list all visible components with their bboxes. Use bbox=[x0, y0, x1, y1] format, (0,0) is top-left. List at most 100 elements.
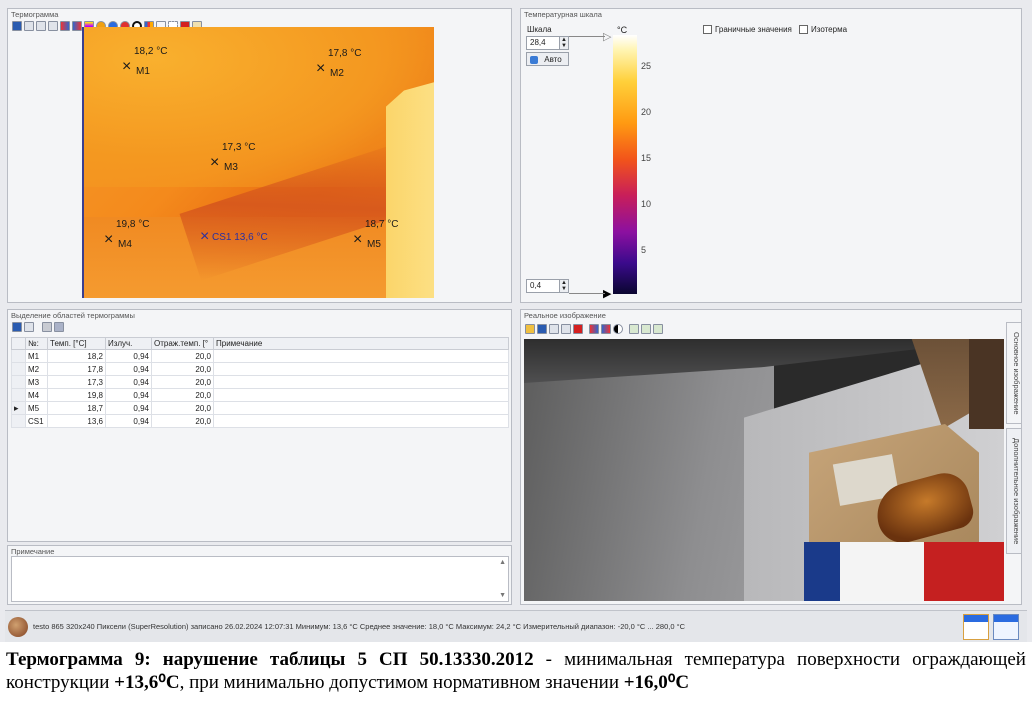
column-header[interactable]: Излуч. bbox=[105, 337, 152, 350]
table-row[interactable]: M2 17,8 0,94 20,0 bbox=[11, 362, 509, 376]
cell-note[interactable] bbox=[213, 349, 509, 363]
cell-reflected-temp[interactable]: 20,0 bbox=[151, 349, 214, 363]
palette-icon[interactable] bbox=[60, 21, 70, 31]
cell-temp[interactable]: 18,2 bbox=[47, 349, 106, 363]
scale-min-input[interactable]: 0,4 ▲ ▼ bbox=[526, 279, 569, 293]
connector-line-top bbox=[569, 36, 605, 37]
row-selector[interactable] bbox=[11, 388, 26, 402]
zoom-in-icon[interactable] bbox=[629, 324, 639, 334]
export-icon[interactable] bbox=[561, 324, 571, 334]
cell-note[interactable] bbox=[213, 375, 509, 389]
table-row[interactable]: CS1 13,6 0,94 20,0 bbox=[11, 414, 509, 428]
status-bar: testo 865 320x240 Пиксели (SuperResoluti… bbox=[5, 610, 1027, 642]
cell-emissivity[interactable]: 0,94 bbox=[105, 375, 152, 389]
print-icon[interactable] bbox=[36, 21, 46, 31]
palette-alt-icon[interactable] bbox=[72, 21, 82, 31]
scale-label: Шкала bbox=[527, 25, 552, 34]
delete-all-icon[interactable] bbox=[42, 322, 52, 332]
speaker-icon[interactable] bbox=[8, 617, 28, 637]
cell-emissivity[interactable]: 0,94 bbox=[105, 401, 152, 415]
scale-tick: 10 bbox=[641, 199, 652, 209]
cell-temp[interactable]: 17,8 bbox=[47, 362, 106, 376]
zoom-fit-icon[interactable] bbox=[653, 324, 663, 334]
single-view-icon[interactable] bbox=[963, 614, 989, 640]
cell-reflected-temp[interactable]: 20,0 bbox=[151, 375, 214, 389]
zoom-out-icon[interactable] bbox=[641, 324, 651, 334]
cross-icon: × bbox=[353, 231, 363, 248]
thermography-app: Термограмма 18,2 °C × M1 17,8 °C × M2 17… bbox=[0, 0, 1032, 642]
copy-icon[interactable] bbox=[24, 322, 34, 332]
cell-emissivity[interactable]: 0,94 bbox=[105, 349, 152, 363]
cell-note[interactable] bbox=[213, 414, 509, 428]
isotherm-checkbox[interactable] bbox=[799, 25, 808, 35]
isotherm-label: Изотерма bbox=[811, 25, 848, 34]
cell-temp[interactable]: 17,3 bbox=[47, 375, 106, 389]
cross-icon: × bbox=[210, 154, 220, 171]
cell-emissivity[interactable]: 0,94 bbox=[105, 362, 152, 376]
split-view-icon[interactable] bbox=[993, 614, 1019, 640]
copy-icon[interactable] bbox=[549, 324, 559, 334]
scale-max-input[interactable]: 28,4 ▲ ▼ bbox=[526, 36, 569, 50]
contrast-icon[interactable] bbox=[613, 324, 623, 334]
row-selector[interactable] bbox=[11, 349, 26, 363]
cell-note[interactable] bbox=[213, 362, 509, 376]
cell-id: M4 bbox=[25, 388, 48, 402]
spin-arrows-icon[interactable]: ▲ ▼ bbox=[559, 37, 568, 49]
save-icon[interactable] bbox=[12, 21, 22, 31]
cell-id: M2 bbox=[25, 362, 48, 376]
pin-icon[interactable] bbox=[54, 322, 64, 332]
temperature-scale-panel: Температурная шкала Шкала 28,4 ▲ ▼ Авто 0… bbox=[520, 8, 1022, 303]
delete-icon[interactable] bbox=[573, 324, 583, 334]
cell-emissivity[interactable]: 0,94 bbox=[105, 388, 152, 402]
marker-label: CS1 13,6 °C bbox=[212, 232, 268, 243]
table-row[interactable]: M1 18,2 0,94 20,0 bbox=[11, 349, 509, 363]
column-header[interactable]: Отраж.темп. [° bbox=[151, 337, 214, 350]
cell-temp[interactable]: 13,6 bbox=[47, 414, 106, 428]
cross-icon: × bbox=[104, 231, 114, 248]
thermogram-panel-title: Термограмма bbox=[11, 10, 59, 19]
cell-emissivity[interactable]: 0,94 bbox=[105, 414, 152, 428]
row-selector[interactable] bbox=[11, 362, 26, 376]
row-selector[interactable]: ▸ bbox=[11, 401, 26, 415]
spin-arrows-icon[interactable]: ▲ ▼ bbox=[559, 280, 568, 292]
cell-temp[interactable]: 19,8 bbox=[47, 388, 106, 402]
open-image-icon[interactable] bbox=[525, 324, 535, 334]
row-selector[interactable] bbox=[11, 414, 26, 428]
auto-button[interactable]: Авто bbox=[526, 52, 569, 66]
cell-temp[interactable]: 18,7 bbox=[47, 401, 106, 415]
cell-note[interactable] bbox=[213, 388, 509, 402]
palette-alt-icon[interactable] bbox=[601, 324, 611, 334]
cell-reflected-temp[interactable]: 20,0 bbox=[151, 362, 214, 376]
save-icon[interactable] bbox=[537, 324, 547, 334]
table-row[interactable]: M3 17,3 0,94 20,0 bbox=[11, 375, 509, 389]
real-photo[interactable] bbox=[524, 339, 1004, 601]
boundary-checkbox[interactable] bbox=[703, 25, 712, 35]
row-selector-header bbox=[11, 337, 26, 350]
row-selector[interactable] bbox=[11, 375, 26, 389]
cell-reflected-temp[interactable]: 20,0 bbox=[151, 401, 214, 415]
isotherm-option[interactable]: Изотерма bbox=[799, 25, 848, 35]
cell-id: CS1 bbox=[25, 414, 48, 428]
caption-value-2: +16,0⁰С bbox=[623, 672, 690, 693]
cell-note[interactable] bbox=[213, 401, 509, 415]
thermal-image[interactable]: 18,2 °C × M1 17,8 °C × M2 17,3 °C × M3 1… bbox=[82, 27, 434, 298]
cell-reflected-temp[interactable]: 20,0 bbox=[151, 414, 214, 428]
marker-temp: 17,8 °C bbox=[328, 48, 362, 59]
table-row-selected[interactable]: ▸ M5 18,7 0,94 20,0 bbox=[11, 401, 509, 415]
note-textarea[interactable]: ▲ ▼ bbox=[11, 556, 509, 602]
column-header[interactable]: №: bbox=[25, 337, 48, 350]
scroll-up-icon[interactable]: ▲ bbox=[499, 559, 506, 566]
column-header[interactable]: Темп. [°C] bbox=[47, 337, 106, 350]
save-icon[interactable] bbox=[12, 322, 22, 332]
tab-main-image[interactable]: Основное изображение bbox=[1006, 322, 1022, 424]
copy-icon[interactable] bbox=[24, 21, 34, 31]
boundary-values-option[interactable]: Граничные значения bbox=[703, 25, 792, 35]
cell-reflected-temp[interactable]: 20,0 bbox=[151, 388, 214, 402]
palette-icon[interactable] bbox=[589, 324, 599, 334]
export-icon[interactable] bbox=[48, 21, 58, 31]
table-row[interactable]: M4 19,8 0,94 20,0 bbox=[11, 388, 509, 402]
scroll-down-icon[interactable]: ▼ bbox=[499, 592, 506, 599]
real-image-panel-title: Реальное изображение bbox=[524, 311, 606, 320]
tab-extra-image[interactable]: Дополнительное изображение bbox=[1006, 428, 1022, 554]
column-header[interactable]: Примечание bbox=[213, 337, 509, 350]
